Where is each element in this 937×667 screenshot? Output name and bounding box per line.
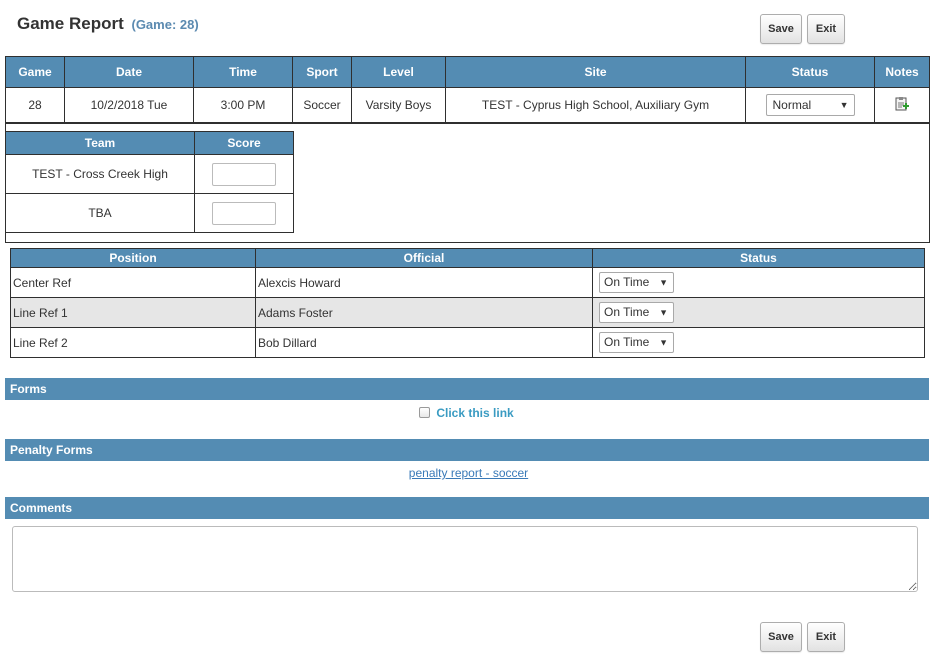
col-header-team: Team — [5, 131, 195, 155]
table-row: TBA — [5, 193, 294, 233]
col-header-position: Position — [10, 248, 256, 268]
forms-checkbox[interactable] — [419, 407, 430, 419]
notes-cell — [874, 87, 930, 123]
official-status-cell: On Time ▼ — [592, 267, 925, 298]
col-header-score: Score — [194, 131, 294, 155]
officials-table: Position Official Status Center Ref Alex… — [10, 248, 925, 358]
col-header-sport: Sport — [292, 56, 352, 88]
official-name: Bob Dillard — [255, 327, 593, 358]
position-name: Line Ref 2 — [10, 327, 256, 358]
officials-header-row: Position Official Status — [10, 248, 925, 268]
table-row: Line Ref 2 Bob Dillard On Time ▼ — [10, 327, 925, 358]
official-status-select[interactable]: On Time ▼ — [599, 332, 674, 353]
game-level: Varsity Boys — [351, 87, 446, 123]
comments-section-header: Comments — [5, 497, 929, 519]
official-status-cell: On Time ▼ — [592, 327, 925, 358]
game-time: 3:00 PM — [193, 87, 293, 123]
official-name: Alexcis Howard — [255, 267, 593, 298]
chevron-down-icon: ▼ — [659, 337, 668, 347]
team-name: TBA — [5, 193, 195, 233]
official-status-cell: On Time ▼ — [592, 297, 925, 328]
penalty-forms-link-row: penalty report - soccer — [0, 466, 937, 480]
game-sport: Soccer — [292, 87, 352, 123]
table-row: Center Ref Alexcis Howard On Time ▼ — [10, 267, 925, 298]
forms-link-row: Click this link — [419, 405, 514, 420]
game-status-value: Normal — [772, 98, 812, 112]
official-name: Adams Foster — [255, 297, 593, 328]
team-score-table: Team Score TEST - Cross Creek High TBA — [5, 131, 294, 233]
col-header-date: Date — [64, 56, 194, 88]
penalty-report-link[interactable]: penalty report - soccer — [409, 466, 528, 480]
official-status-select[interactable]: On Time ▼ — [599, 272, 674, 293]
score-input-away[interactable] — [212, 201, 276, 225]
chevron-down-icon: ▼ — [659, 277, 668, 287]
official-status-value: On Time — [604, 275, 650, 289]
col-header-notes: Notes — [874, 56, 930, 88]
score-input-home[interactable] — [212, 162, 276, 186]
score-cell — [194, 193, 294, 233]
page-title: Game Report (Game: 28) — [17, 14, 199, 34]
col-header-game: Game — [5, 56, 65, 88]
official-status-value: On Time — [604, 305, 650, 319]
page-title-text: Game Report — [17, 14, 124, 33]
col-header-site: Site — [445, 56, 746, 88]
click-this-link[interactable]: Click this link — [436, 406, 513, 420]
game-status-cell: Normal ▼ — [745, 87, 875, 123]
position-name: Center Ref — [10, 267, 256, 298]
game-info-row: 28 10/2/2018 Tue 3:00 PM Soccer Varsity … — [5, 87, 930, 123]
col-header-time: Time — [193, 56, 293, 88]
save-button-bottom[interactable]: Save — [760, 622, 802, 652]
penalty-forms-section-header: Penalty Forms — [5, 439, 929, 461]
save-button-top[interactable]: Save — [760, 14, 802, 44]
chevron-down-icon: ▼ — [659, 307, 668, 317]
team-name: TEST - Cross Creek High — [5, 154, 195, 194]
team-header-row: Team Score — [5, 131, 294, 155]
game-info-header-row: Game Date Time Sport Level Site Status N… — [5, 56, 930, 88]
col-header-official-status: Status — [592, 248, 925, 268]
comments-textarea[interactable] — [12, 526, 918, 592]
game-info-table: Game Date Time Sport Level Site Status N… — [5, 56, 930, 123]
exit-button-top[interactable]: Exit — [807, 14, 845, 44]
table-row: Line Ref 1 Adams Foster On Time ▼ — [10, 297, 925, 328]
game-date: 10/2/2018 Tue — [64, 87, 194, 123]
game-number: 28 — [5, 87, 65, 123]
game-status-select[interactable]: Normal ▼ — [765, 94, 855, 116]
col-header-level: Level — [351, 56, 446, 88]
table-row: TEST - Cross Creek High — [5, 154, 294, 194]
score-cell — [194, 154, 294, 194]
game-number-label: (Game: 28) — [131, 17, 199, 32]
chevron-down-icon: ▼ — [839, 100, 849, 110]
exit-button-bottom[interactable]: Exit — [807, 622, 845, 652]
game-site: TEST - Cyprus High School, Auxiliary Gym — [445, 87, 746, 123]
col-header-status: Status — [745, 56, 875, 88]
col-header-official: Official — [255, 248, 593, 268]
official-status-select[interactable]: On Time ▼ — [599, 302, 674, 323]
official-status-value: On Time — [604, 335, 650, 349]
forms-section-header: Forms — [5, 378, 929, 400]
notes-add-icon[interactable] — [894, 96, 910, 115]
position-name: Line Ref 1 — [10, 297, 256, 328]
